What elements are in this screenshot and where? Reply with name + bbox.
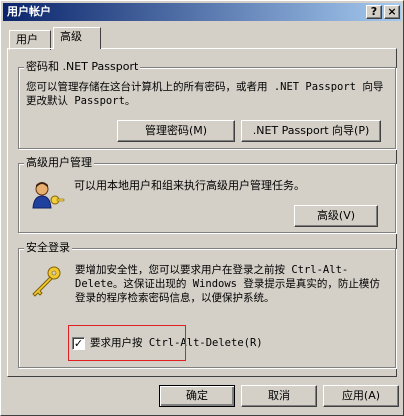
manage-passwords-button[interactable]: 管理密码(M) xyxy=(117,120,235,142)
apply-button[interactable]: 应用(A) xyxy=(323,385,399,407)
help-button[interactable]: ? xyxy=(366,5,382,19)
secure-logon-group: 安全登录 要增加安全性，您可以要求用户在登录之前按 Ctrl-Alt-Delet… xyxy=(18,241,396,368)
window-title: 用户帐户 xyxy=(7,5,51,18)
passport-wizard-button[interactable]: .NET Passport 向导(P) xyxy=(241,120,381,142)
passwords-group: 密码和 .NET Passport 您可以管理存储在这台计算机上的所有密码，或者… xyxy=(18,60,396,149)
secure-logon-description: 要增加安全性，您可以要求用户在登录之前按 Ctrl-Alt-Delete。这保证… xyxy=(75,264,380,304)
key-icon xyxy=(32,266,61,297)
advanced-user-group-legend: 高级用户管理 xyxy=(24,156,94,170)
user-accounts-window: 用户帐户 ? × 用户 高级 密码和 .NET Passport 您可以管理存储… xyxy=(0,0,404,416)
advanced-tab-panel: 密码和 .NET Passport 您可以管理存储在这台计算机上的所有密码，或者… xyxy=(7,48,397,377)
advanced-user-description: 可以用本地用户和组来执行高级用户管理任务。 xyxy=(74,179,305,192)
close-button[interactable]: × xyxy=(384,5,400,19)
tab-advanced[interactable]: 高级 xyxy=(53,27,101,49)
tab-users[interactable]: 用户 xyxy=(9,30,51,50)
passwords-group-legend: 密码和 .NET Passport xyxy=(24,60,141,74)
advanced-user-group: 高级用户管理 可以用本地用户和组来执行高级用户管理任务。 高级(V) xyxy=(18,156,396,233)
ok-button[interactable]: 确定 xyxy=(159,385,235,407)
passwords-description: 您可以管理存储在这台计算机上的所有密码，或者用 .NET Passport 向导… xyxy=(26,81,384,107)
cancel-button[interactable]: 取消 xyxy=(241,385,317,407)
users-key-icon xyxy=(32,182,65,209)
highlight-box xyxy=(68,325,186,361)
secure-logon-group-legend: 安全登录 xyxy=(24,241,72,255)
title-bar[interactable]: 用户帐户 xyxy=(3,3,401,21)
advanced-button[interactable]: 高级(V) xyxy=(294,205,378,227)
